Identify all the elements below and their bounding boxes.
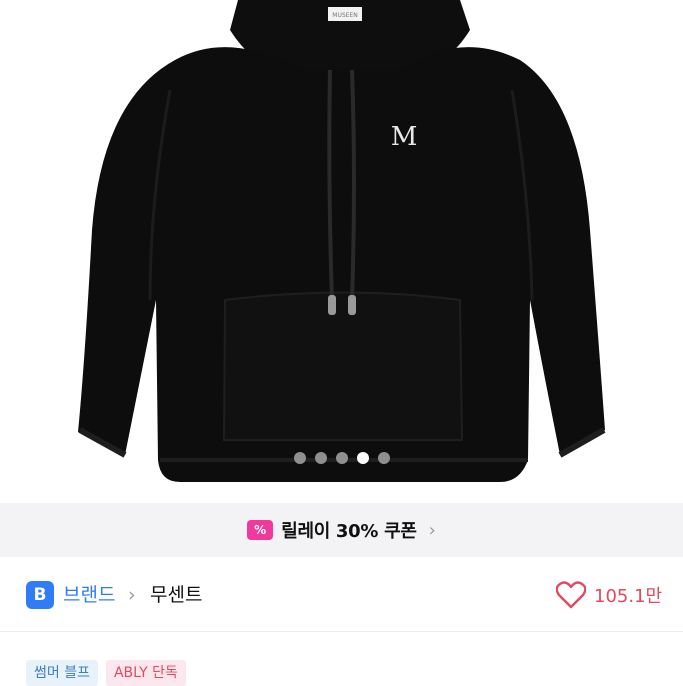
percent-ticket-icon: % <box>247 520 274 540</box>
tag-list: 썸머 블프 ABLY 단독 <box>26 660 186 686</box>
hoodie-image: MUSEEN M <box>78 0 606 483</box>
product-image-carousel[interactable]: MUSEEN M <box>0 0 683 503</box>
carousel-dot[interactable] <box>293 452 306 464</box>
heart-outline-icon <box>556 581 586 609</box>
tag-ably-exclusive: ABLY 단독 <box>105 660 186 686</box>
carousel-dot-active[interactable] <box>356 452 369 464</box>
carousel-dot[interactable] <box>314 452 327 464</box>
carousel-dot[interactable] <box>377 452 390 464</box>
like-button[interactable]: 105.1만 <box>556 579 662 611</box>
coupon-banner[interactable]: % 릴레이 30% 쿠폰 › <box>0 503 683 557</box>
chevron-right-icon: › <box>128 584 136 606</box>
brand-row: B 브랜드 › 무센트 105.1만 <box>0 557 683 632</box>
brand-name[interactable]: 무센트 <box>150 581 202 609</box>
carousel-indicator <box>0 451 683 465</box>
chevron-right-icon: › <box>428 519 436 541</box>
tag-summer-sale: 썸머 블프 <box>26 660 98 686</box>
carousel-dot[interactable] <box>335 452 348 464</box>
like-count: 105.1만 <box>594 586 663 607</box>
coupon-label: 릴레이 30% 쿠폰 <box>281 521 417 542</box>
brand-badge-icon: B <box>26 581 54 609</box>
neck-label: MUSEEN <box>332 12 357 19</box>
brand-link[interactable]: 브랜드 <box>63 581 115 609</box>
logo-mark: M <box>391 122 418 152</box>
